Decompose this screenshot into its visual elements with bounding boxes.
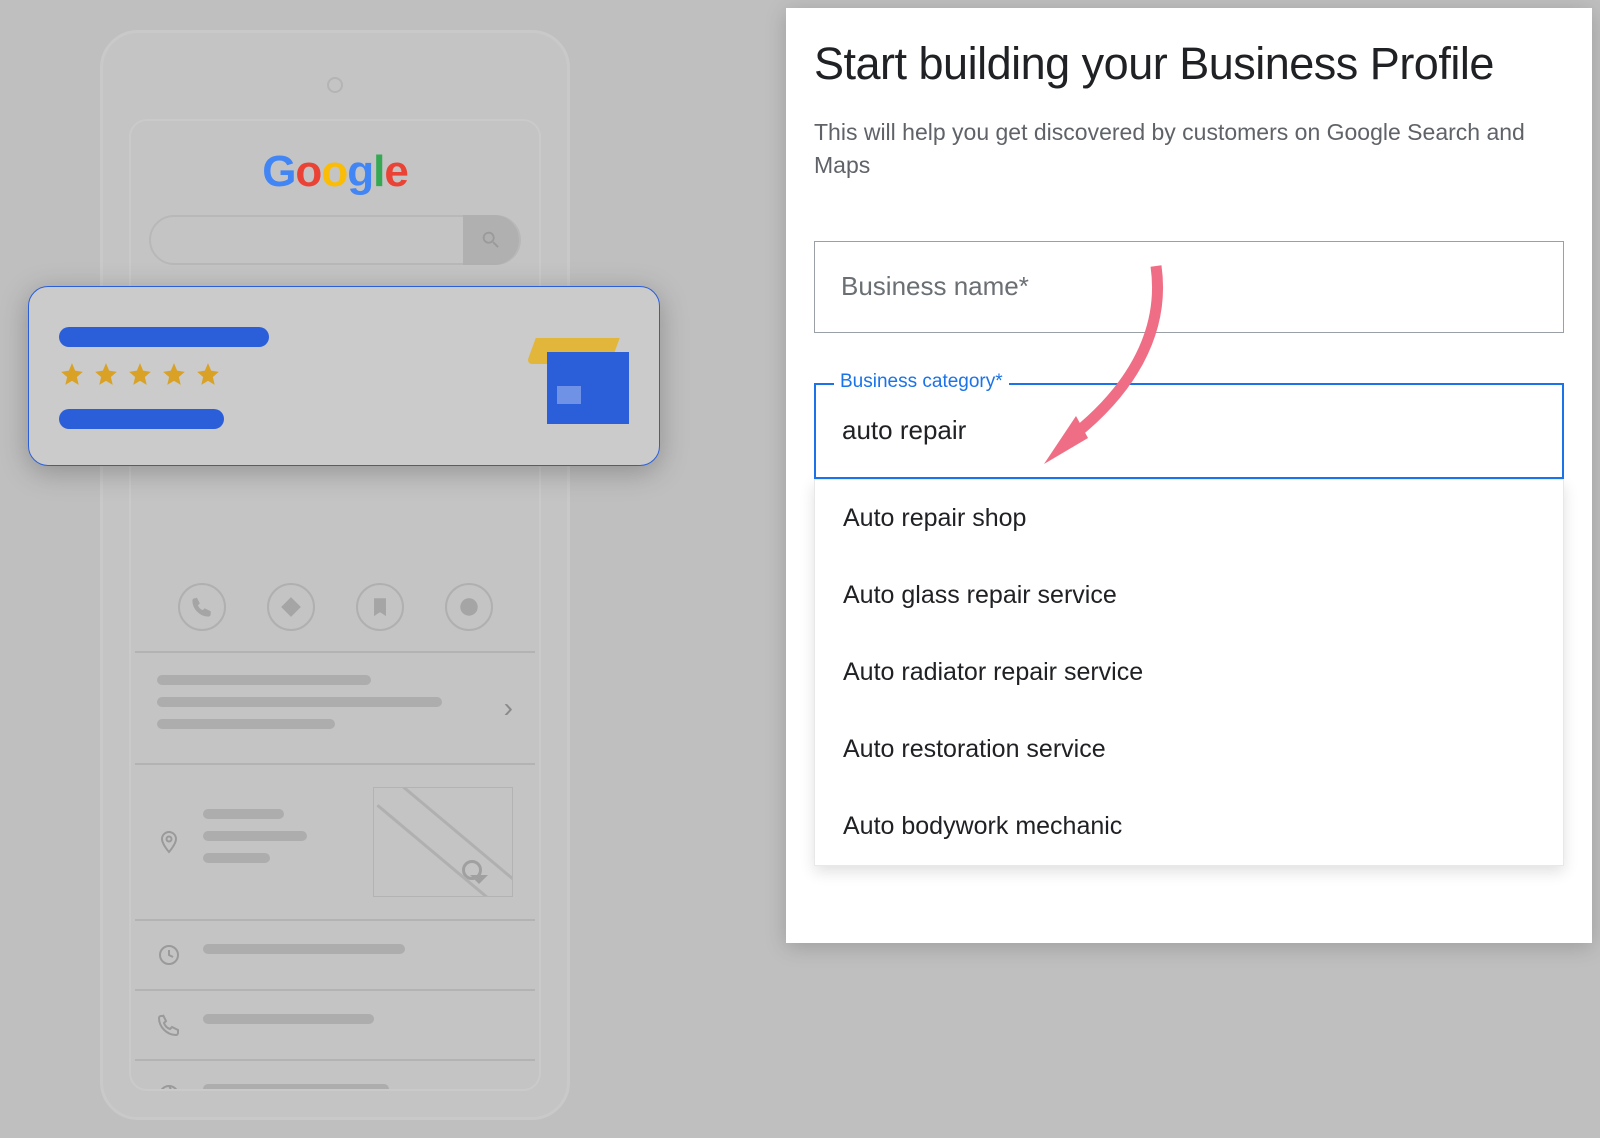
category-suggestions: Auto repair shop Auto glass repair servi… <box>814 479 1564 866</box>
action-icons-row <box>157 583 513 631</box>
pin-icon <box>157 830 181 854</box>
suggestion-option[interactable]: Auto bodywork mechanic <box>815 788 1563 865</box>
directions-icon <box>267 583 315 631</box>
suggestion-option[interactable]: Auto glass repair service <box>815 557 1563 634</box>
map-thumbnail <box>373 787 513 897</box>
list-item <box>135 919 535 989</box>
placeholder-line <box>59 327 269 347</box>
business-name-input[interactable] <box>814 241 1564 333</box>
suggestion-option[interactable]: Auto repair shop <box>815 480 1563 557</box>
list-item: › <box>135 651 535 763</box>
suggestion-option[interactable]: Auto restoration service <box>815 711 1563 788</box>
phone-mockup: Google <box>70 26 600 1126</box>
suggestion-option[interactable]: Auto radiator repair service <box>815 634 1563 711</box>
business-category-input[interactable] <box>814 383 1564 479</box>
list-item <box>135 1059 535 1091</box>
placeholder-line <box>59 409 224 429</box>
clock-icon <box>157 943 181 967</box>
bookmark-icon <box>356 583 404 631</box>
phone-frame: Google <box>100 30 570 1120</box>
chevron-right-icon: › <box>504 692 513 724</box>
page-title: Start building your Business Profile <box>814 38 1564 90</box>
search-bar[interactable] <box>149 215 521 265</box>
business-name-field[interactable] <box>814 241 1564 333</box>
list-item <box>135 763 535 919</box>
storefront-icon <box>537 332 629 424</box>
phone-icon <box>157 1013 181 1037</box>
phone-icon <box>178 583 226 631</box>
business-category-label: Business category* <box>834 371 1009 393</box>
info-sections: › <box>135 651 535 1091</box>
globe-icon <box>157 1083 181 1091</box>
phone-speaker <box>327 77 343 93</box>
globe-icon <box>445 583 493 631</box>
google-logo: Google <box>149 147 521 197</box>
phone-screen: Google <box>129 119 541 1091</box>
onboarding-panel: Start building your Business Profile Thi… <box>786 8 1592 943</box>
star-rating <box>59 361 537 387</box>
business-category-field[interactable]: Business category* <box>814 383 1564 479</box>
page-description: This will help you get discovered by cus… <box>814 116 1554 183</box>
search-icon[interactable] <box>463 215 519 265</box>
list-item <box>135 989 535 1059</box>
business-result-card <box>28 286 660 466</box>
